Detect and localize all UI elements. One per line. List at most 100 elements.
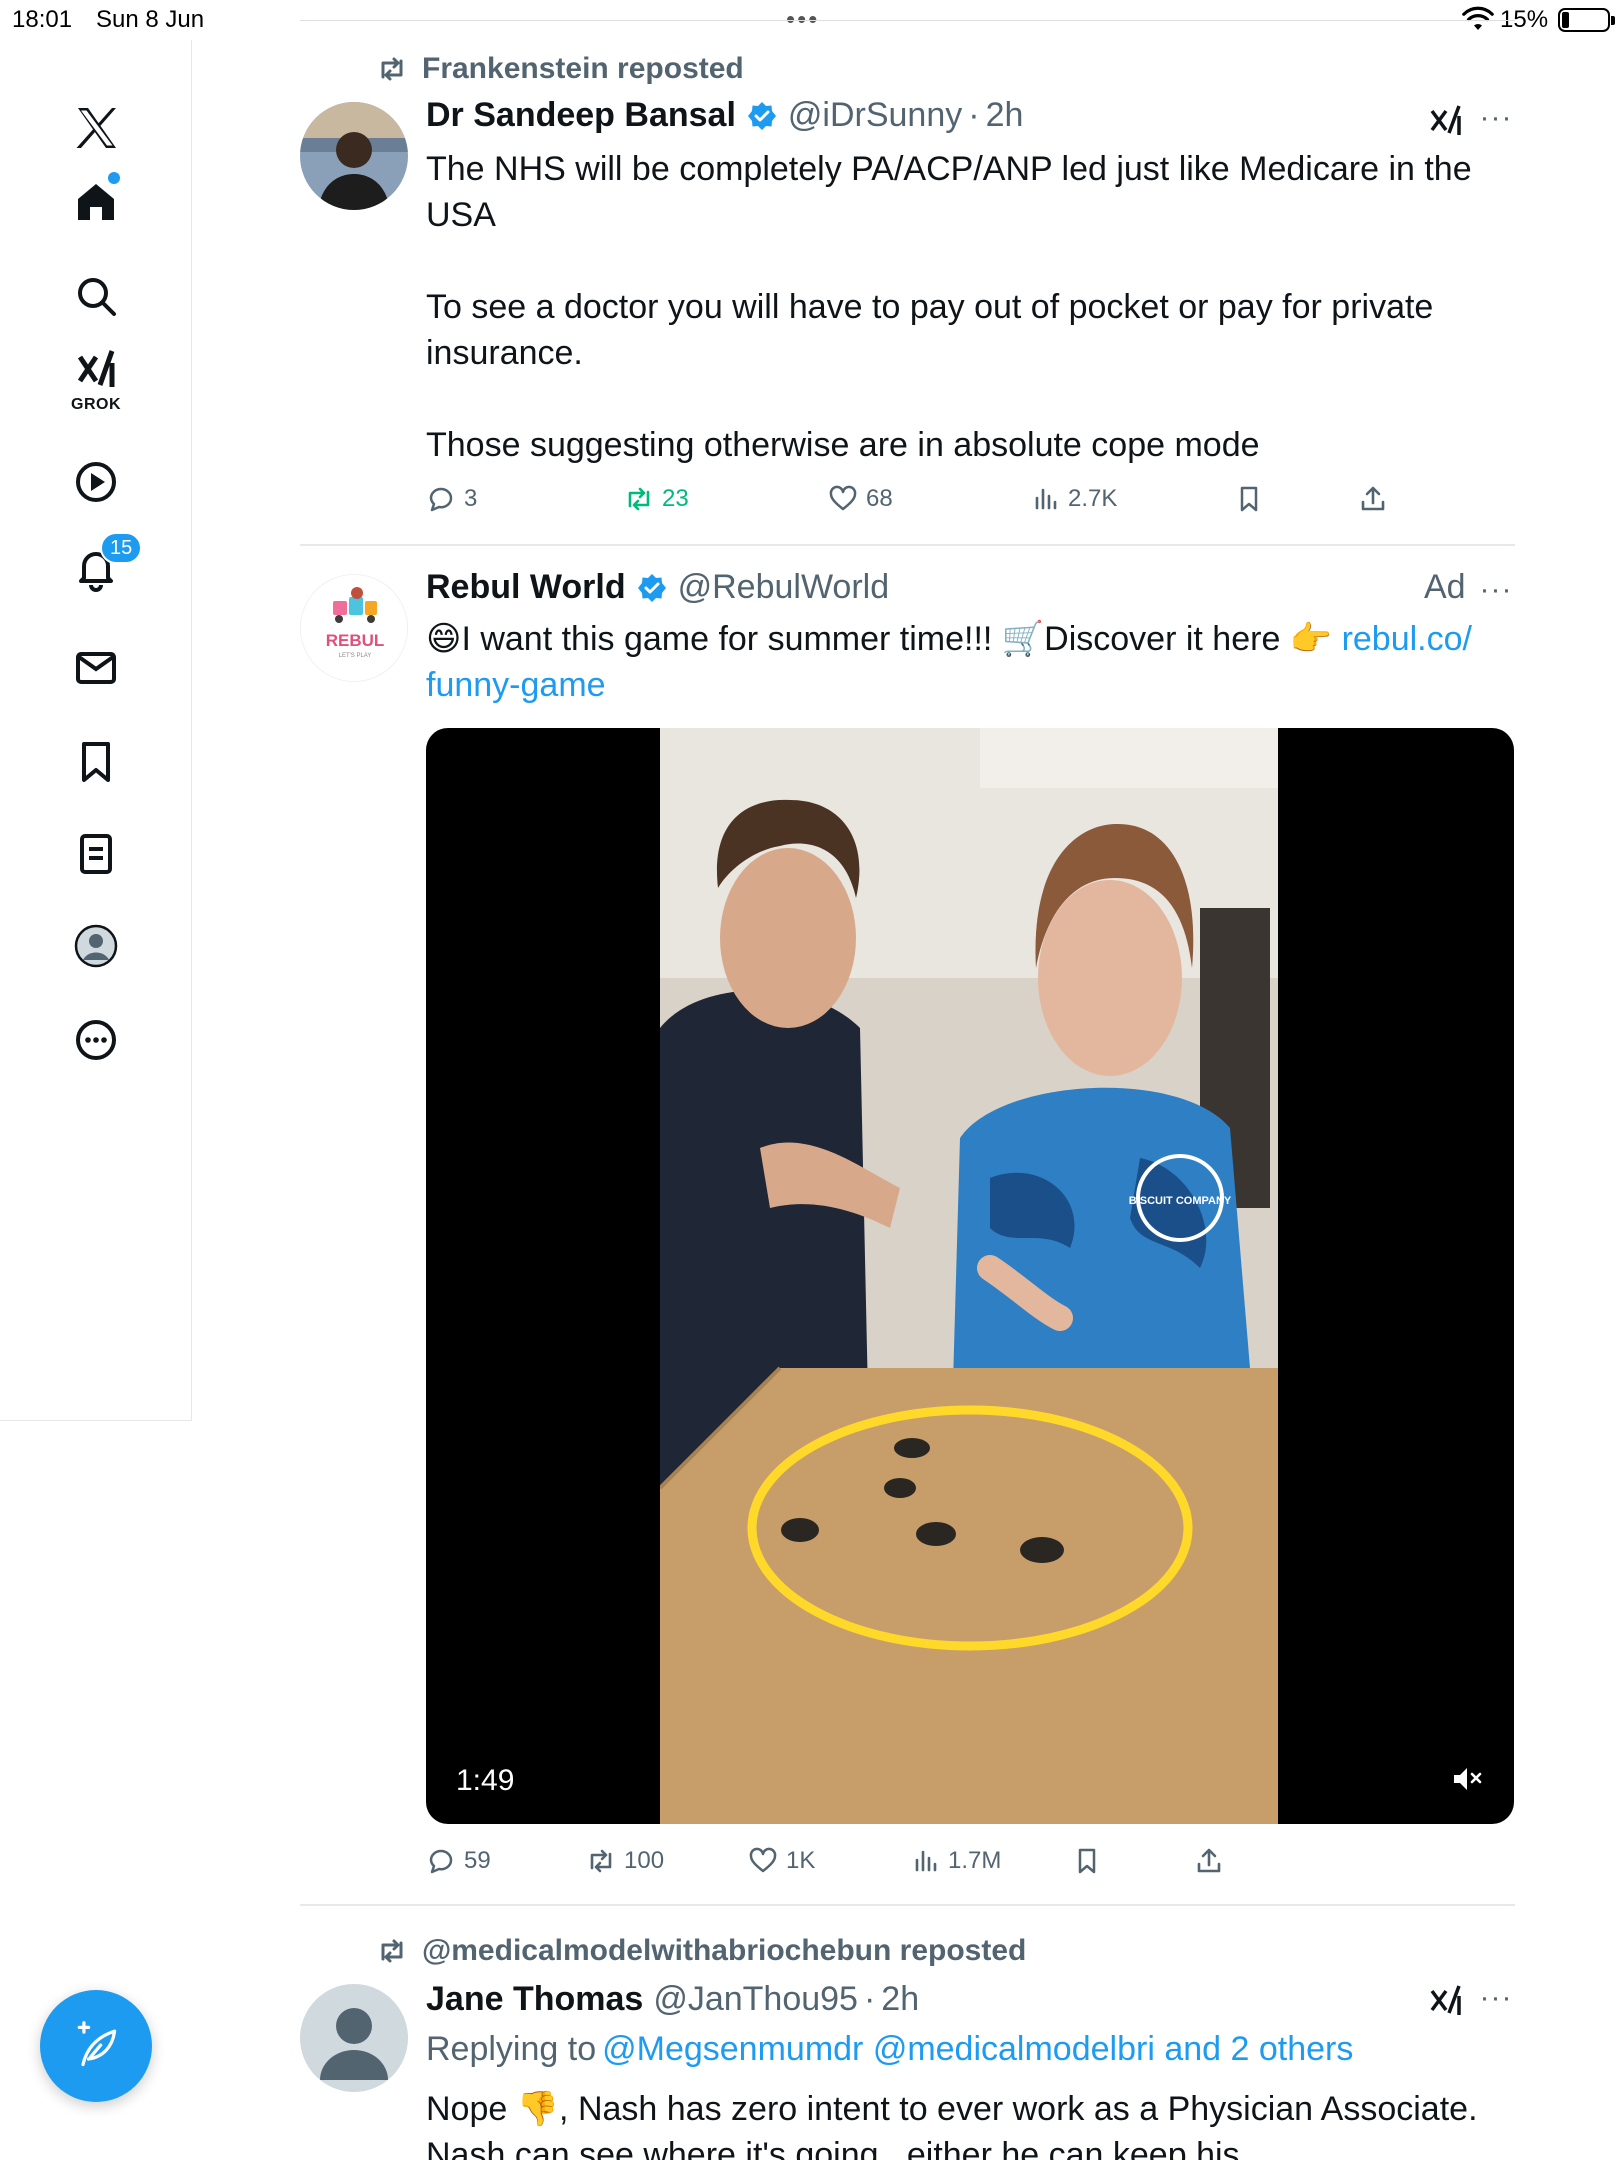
sidebar-item-home[interactable] [56,162,136,242]
share-button[interactable] [1358,484,1388,514]
sidebar-item-more[interactable] [56,1000,136,1080]
sidebar-item-notifications[interactable]: 15 [56,528,143,608]
bookmark-button[interactable] [1234,484,1264,514]
ad-text: 😄I want this game for summer time!!! 🛒Di… [426,620,1342,658]
reply-count: 59 [464,1847,491,1874]
repost-count: 23 [662,485,689,512]
wifi-icon [1462,6,1494,30]
author-name[interactable]: Dr Sandeep Bansal [426,96,736,135]
grok-explain-icon[interactable] [1428,102,1464,138]
mute-icon[interactable] [1450,1762,1484,1796]
like-count: 1K [786,1847,816,1874]
sidebar: GROK 15 [0,40,192,1421]
sidebar-item-messages[interactable] [56,628,136,708]
replying-prefix: Replying to [426,2030,597,2068]
advertiser-avatar[interactable]: REBUL LET'S PLAY [300,574,408,682]
author-handle[interactable]: @JanThou95 [653,1980,858,2019]
author-name[interactable]: Jane Thomas [426,1980,643,2019]
repost-icon [381,1939,403,1963]
ad-link-part1[interactable]: rebul.co/ [1342,620,1472,658]
replying-targets[interactable]: @Megsenmumdr @medicalmodelbri and 2 othe… [602,2030,1353,2068]
post-more-icon[interactable]: ··· [1478,1980,1514,2016]
views-chart-icon [1035,488,1057,510]
post-time[interactable]: 2h [986,96,1024,135]
list-icon [80,834,112,874]
repost-indicator: Frankenstein reposted [376,52,744,86]
post-more-icon[interactable]: ··· [1478,572,1514,608]
post-divider [300,544,1515,546]
battery-nub [1611,16,1615,25]
share-icon [1361,486,1385,511]
bookmark-icon [1240,486,1258,512]
like-button[interactable]: 1K [748,1846,815,1876]
views-chart-icon [915,1850,937,1872]
reply-count: 3 [464,485,478,512]
post-header: Rebul World @RebulWorld [426,568,889,607]
heart-icon [749,1847,777,1873]
reply-button[interactable]: 59 [426,1846,491,1876]
video-duration: 1:49 [456,1764,515,1797]
post-time[interactable]: 2h [881,1980,919,2019]
author-name[interactable]: Rebul World [426,568,626,607]
x-logo-icon[interactable] [56,88,136,168]
sidebar-item-bookmarks[interactable] [56,722,136,802]
repost-label[interactable]: Frankenstein reposted [422,52,744,86]
bookmark-icon [1078,1848,1096,1874]
post-text: Nope 👎, Nash has zero intent to ever wor… [426,2090,1487,2160]
profile-avatar-icon [74,924,118,968]
sidebar-item-videos[interactable] [56,442,136,522]
repost-button[interactable]: 100 [586,1846,664,1876]
bookmark-button[interactable] [1072,1846,1102,1876]
header-separator: · [968,96,980,134]
views-count: 2.7K [1068,485,1118,512]
repost-icon [590,1849,612,1873]
video-player[interactable]: BISCUIT COMPANY 1:49 [426,728,1514,1824]
repost-indicator: @medicalmodelwithabriochebun reposted [376,1934,1026,1968]
like-count: 68 [866,485,893,512]
post-actions: 59 100 1K 1.7M [426,1846,1426,1886]
repost-button[interactable]: 23 [624,484,689,514]
advertiser-logo-subtext: LET'S PLAY [339,653,372,659]
author-handle[interactable]: @iDrSunny [788,96,962,135]
reply-button[interactable]: 3 [426,484,477,514]
views-count: 1.7M [948,1847,1002,1874]
search-icon [78,278,116,316]
post-more-icon[interactable]: ··· [1478,100,1514,136]
sidebar-item-grok[interactable]: GROK [56,338,136,418]
replying-to: Replying to @Megsenmumdr @medicalmodelbri… [426,2030,1353,2069]
avatar[interactable] [300,1984,408,2092]
repost-count: 100 [624,1847,665,1874]
share-icon [1197,1848,1221,1873]
author-handle[interactable]: @RebulWorld [678,568,890,607]
repost-label[interactable]: @medicalmodelwithabriochebun reposted [422,1934,1026,1968]
compose-post-button[interactable] [40,1990,152,2102]
ad-label: Ad [1424,568,1466,606]
reply-icon [429,1849,453,1874]
advertiser-logo-text: REBUL [326,631,385,650]
sidebar-item-search[interactable] [56,256,136,336]
reply-icon [429,487,453,512]
sidebar-divider [0,1420,192,1421]
sidebar-item-lists[interactable] [56,814,136,894]
views-button[interactable]: 2.7K [1030,484,1117,514]
sidebar-item-profile[interactable] [56,906,136,986]
post-header: Dr Sandeep Bansal @iDrSunny · 2h [426,96,1023,135]
views-button[interactable]: 1.7M [910,1846,1001,1876]
battery-fill [1562,12,1569,28]
grok-explain-icon[interactable] [1428,1982,1464,2018]
verified-badge-icon [747,101,776,130]
post-text: The NHS will be completely PA/ACP/ANP le… [426,150,1472,464]
grok-icon [77,350,115,387]
battery-icon [1558,8,1615,32]
like-button[interactable]: 68 [828,484,893,514]
play-circle-icon [76,462,116,502]
grok-label: GROK [71,396,121,413]
ad-link-part2[interactable]: funny-game [426,666,606,704]
shirt-logo-text: BISCUIT COMPANY [1129,1195,1232,1207]
share-button[interactable] [1194,1846,1224,1876]
post-actions: 3 23 68 2.7K [426,484,1426,524]
status-date: Sun 8 Jun [96,6,205,33]
post-header: Jane Thomas @JanThou95 · 2h [426,1980,919,2019]
avatar[interactable] [300,102,408,210]
heart-icon [829,485,857,511]
